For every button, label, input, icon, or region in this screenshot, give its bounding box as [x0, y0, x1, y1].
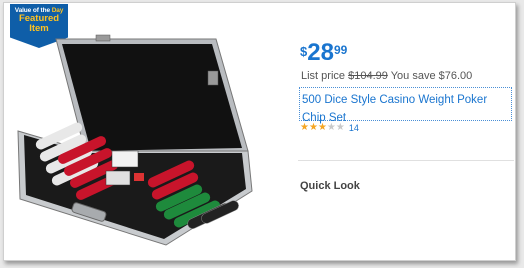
- savings-text: You save $76.00: [390, 70, 473, 82]
- star-icon: ★: [326, 122, 336, 133]
- quick-look-link[interactable]: Quick Look: [300, 180, 360, 192]
- review-count[interactable]: 14: [349, 123, 359, 133]
- star-icon: ★: [317, 122, 327, 133]
- star-icon: ★: [335, 122, 345, 133]
- list-price-line: List price $104.99 You save $76.00: [301, 70, 472, 82]
- sale-price: $2899: [300, 39, 348, 66]
- list-price-label: List price: [301, 70, 346, 82]
- product-title: 500 Dice Style Casino Weight Poker Chip …: [302, 94, 488, 124]
- list-price-value: $104.99: [348, 70, 388, 82]
- star-icon: ★: [308, 122, 318, 133]
- rating[interactable]: ★ ★ ★ ★ ★ 14: [300, 122, 359, 134]
- product-image[interactable]: [16, 31, 254, 249]
- product-card[interactable]: Value of the Day Featured Item $2899 Lis…: [3, 2, 516, 261]
- star-icon: ★: [300, 122, 309, 133]
- divider: [298, 160, 514, 161]
- product-title-link[interactable]: 500 Dice Style Casino Weight Poker Chip …: [299, 87, 512, 124]
